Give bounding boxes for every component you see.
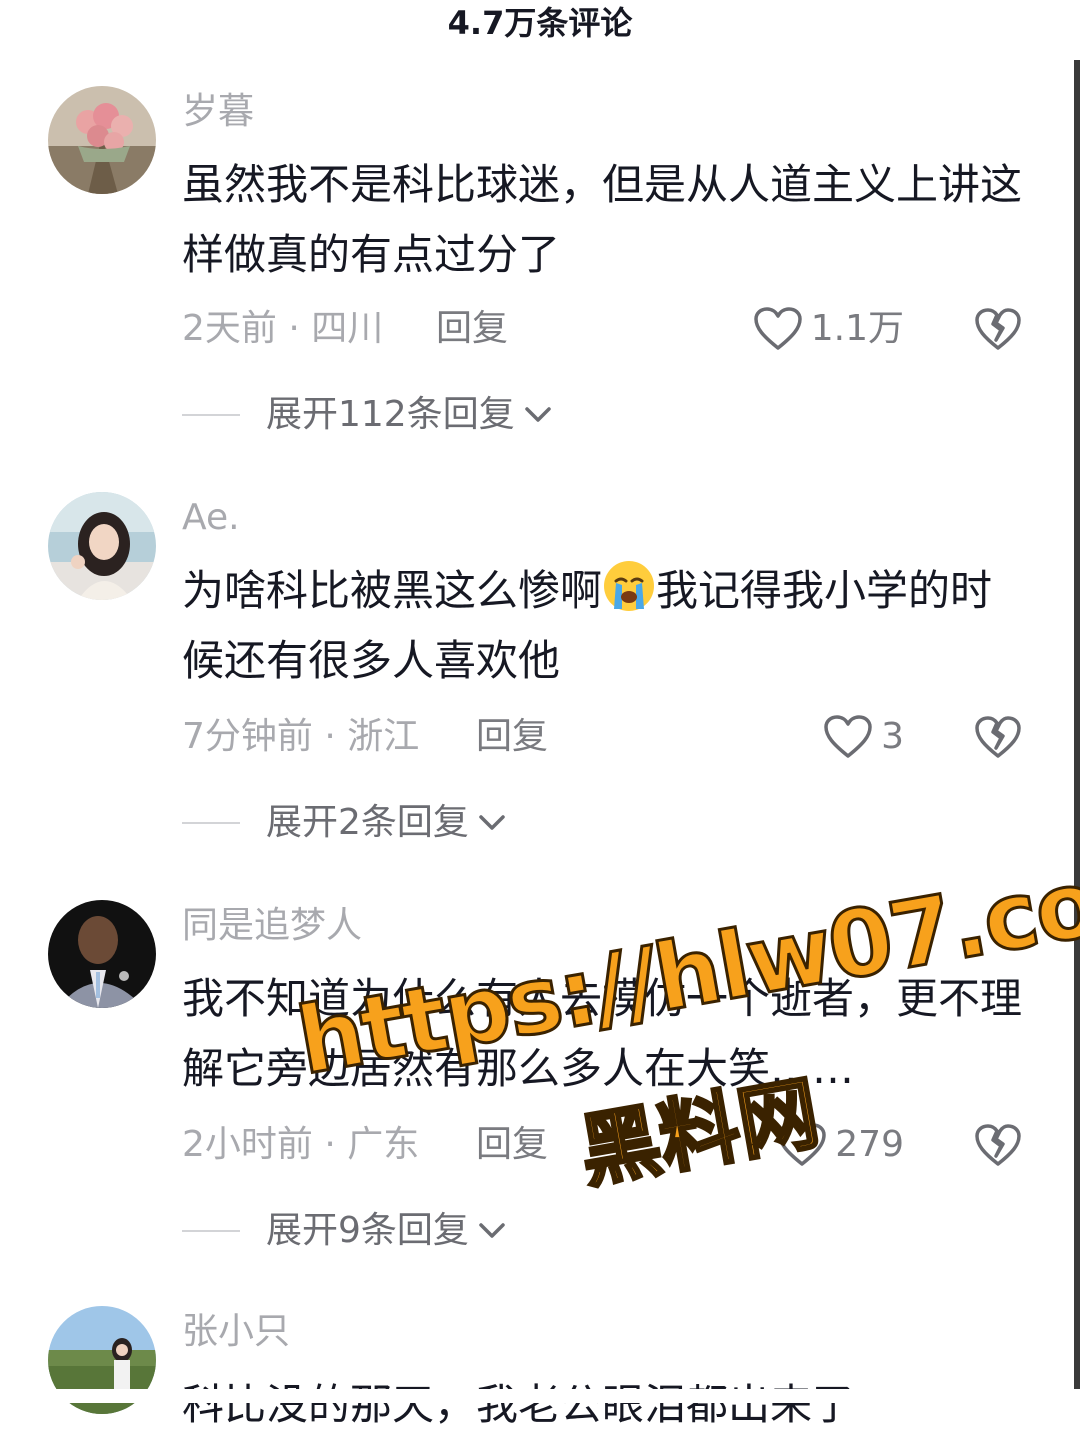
heart-icon — [753, 307, 802, 350]
like-button[interactable]: 1.1万 — [753, 304, 904, 354]
broken-heart-icon[interactable] — [974, 714, 1022, 760]
comment-text-part: 为啥科比被黑这么惨啊 — [182, 566, 603, 615]
comments-count-title: 4.7万条评论 — [447, 4, 633, 42]
chevron-down-icon — [479, 1223, 505, 1238]
heart-icon — [824, 715, 872, 758]
heart-icon — [778, 1123, 827, 1166]
like-count: 1.1万 — [810, 308, 904, 349]
reply-button[interactable]: 回复 — [476, 1120, 548, 1170]
bottom-edge — [0, 1389, 1080, 1403]
avatar[interactable] — [48, 492, 156, 600]
divider-line — [182, 414, 240, 416]
expand-replies-button[interactable]: 展开9条回复 — [182, 1206, 507, 1256]
crying-face-emoji-icon — [604, 561, 655, 611]
comment-text: 科比没的那天，我老公眼泪都出来了 — [182, 1380, 855, 1429]
divider-line — [182, 822, 240, 824]
comment-username[interactable]: 张小只 — [182, 1308, 290, 1356]
reply-button[interactable]: 回复 — [436, 304, 508, 354]
expand-replies-button[interactable]: 展开2条回复 — [182, 798, 507, 848]
comment-username[interactable]: Ae. — [182, 494, 240, 542]
like-count: 3 — [881, 716, 904, 757]
comment-username[interactable]: 岁暮 — [182, 88, 254, 136]
divider-line — [182, 1230, 240, 1232]
like-button[interactable]: 3 — [823, 712, 904, 762]
chevron-down-icon — [479, 815, 505, 830]
broken-heart-icon[interactable] — [974, 1122, 1022, 1168]
reply-button[interactable]: 回复 — [476, 712, 548, 762]
expand-replies-label: 展开2条回复 — [266, 802, 469, 843]
expand-replies-button[interactable]: 展开112条回复 — [182, 390, 553, 440]
comment-text: 我不知道为什么有人去模仿一个逝者，更不理解它旁边居然有那么多人在大笑…… — [182, 974, 1023, 1093]
like-button[interactable]: 279 — [777, 1120, 904, 1170]
expand-replies-label: 展开112条回复 — [266, 394, 515, 435]
comment-text: 为啥科比被黑这么惨啊 我记得我小学的时候还有很多人喜欢他 — [182, 556, 1022, 696]
screen-edge — [1074, 60, 1080, 1403]
comment-time-location: 2小时前 · 广东 — [182, 1124, 420, 1165]
chevron-down-icon — [524, 407, 551, 422]
avatar[interactable] — [48, 86, 156, 194]
comment-text: 虽然我不是科比球迷，但是从人道主义上讲这样做真的有点过分了 — [182, 160, 1023, 279]
like-count: 279 — [835, 1124, 904, 1165]
broken-heart-icon[interactable] — [974, 306, 1022, 352]
girl-photo-avatar-icon — [48, 492, 156, 600]
comment-time-location: 7分钟前 · 浙江 — [182, 716, 420, 757]
avatar[interactable] — [48, 900, 156, 1008]
expand-replies-label: 展开9条回复 — [266, 1210, 469, 1251]
comment-username[interactable]: 同是追梦人 — [182, 902, 362, 950]
comment-time-location: 2天前 · 四川 — [182, 308, 384, 349]
man-in-suit-avatar-icon — [48, 900, 156, 1008]
flower-bouquet-avatar-icon — [48, 86, 156, 194]
